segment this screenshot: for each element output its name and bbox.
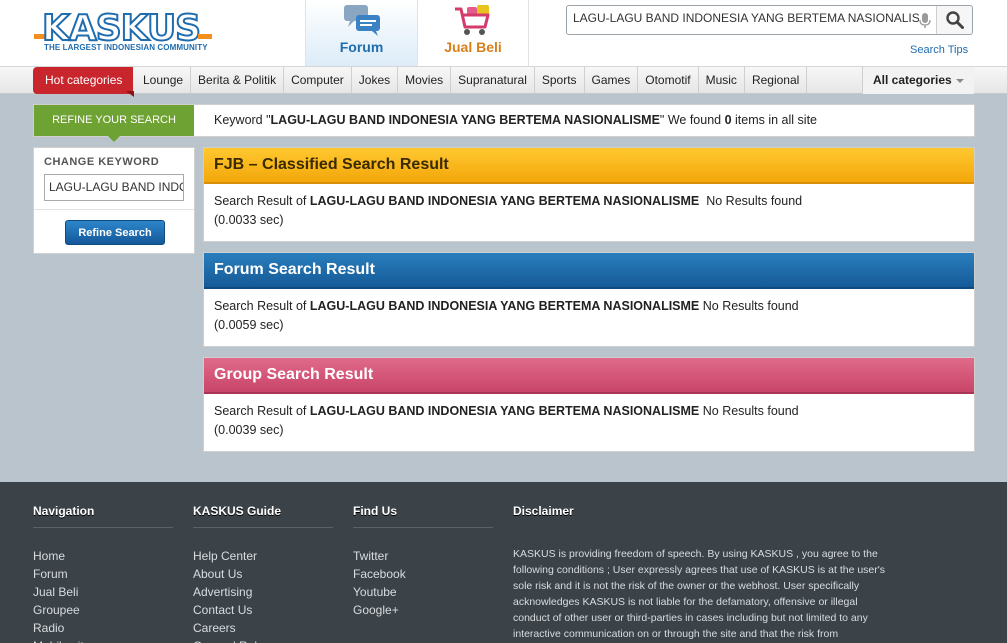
footer-findus: Find Us Twitter Facebook Youtube Google+	[353, 504, 493, 619]
group-result-status: No Results found	[699, 404, 799, 418]
category-item[interactable]: Sports	[535, 67, 585, 94]
panel-divider	[34, 209, 194, 210]
forum-result-title: Forum Search Result	[204, 253, 974, 289]
shopping-cart-icon	[455, 5, 490, 35]
category-item[interactable]: Games	[585, 67, 639, 94]
category-item[interactable]: Berita & Politik	[191, 67, 285, 94]
footer-guide-link[interactable]: General Rules	[193, 637, 333, 643]
footer-nav-link[interactable]: Mobile site	[33, 637, 173, 643]
keyword-text: LAGU-LAGU BAND INDONESIA YANG BERTEMA NA…	[270, 113, 660, 127]
footer-guide-link[interactable]: Contact Us	[193, 601, 333, 619]
category-item[interactable]: Regional	[745, 67, 808, 94]
category-item[interactable]: Supranatural	[451, 67, 535, 94]
search-tips-link[interactable]: Search Tips	[910, 44, 968, 56]
search-box: LAGU-LAGU BAND INDONESIA YANG BERTEMA NA…	[566, 5, 973, 35]
footer-findus-title: Find Us	[353, 504, 493, 528]
fjb-result-time: (0.0033 sec)	[214, 213, 284, 227]
result-count: 0	[724, 113, 732, 127]
footer-nav-link[interactable]: Home	[33, 547, 173, 565]
all-categories-dropdown[interactable]: All categories	[862, 67, 974, 94]
category-item[interactable]: Movies	[398, 67, 452, 94]
forum-chat-icon	[343, 5, 380, 36]
fjb-result-title: FJB – Classified Search Result	[204, 148, 974, 184]
change-keyword-label: CHANGE KEYWORD	[44, 156, 160, 168]
category-bar: Hot categories Lounge Berita & Politik Com…	[0, 66, 1007, 97]
result-prefix: Search Result of	[214, 404, 310, 418]
footer-guide: KASKUS Guide Help Center About Us Advertis…	[193, 504, 333, 643]
group-result-time: (0.0039 sec)	[214, 423, 284, 437]
keyword-summary: Keyword "LAGU-LAGU BAND INDONESIA YANG B…	[214, 105, 817, 136]
change-keyword-panel: CHANGE KEYWORD LAGU-LAGU BAND INDONESIA …	[33, 147, 195, 254]
footer-findus-link[interactable]: Twitter	[353, 547, 493, 565]
keyword-prefix: Keyword "	[214, 113, 271, 127]
result-prefix: Search Result of	[214, 194, 310, 208]
chevron-down-icon	[955, 78, 964, 83]
search-input[interactable]: LAGU-LAGU BAND INDONESIA YANG BERTEMA NA…	[573, 11, 919, 31]
group-result-body: Search Result of LAGU-LAGU BAND INDONESI…	[204, 394, 974, 448]
footer-navigation-title: Navigation	[33, 504, 173, 528]
fjb-result-status: No Results found	[699, 194, 803, 208]
keyword-suffix: items in all site	[731, 113, 817, 127]
forum-result-keyword: LAGU-LAGU BAND INDONESIA YANG BERTEMA NA…	[309, 299, 700, 313]
category-item[interactable]: Computer	[284, 67, 352, 94]
footer-guide-title: KASKUS Guide	[193, 504, 333, 528]
footer-guide-links: Help Center About Us Advertising Contact Us…	[193, 547, 333, 643]
category-item[interactable]: Music	[699, 67, 745, 94]
keyword-mid: " We found	[659, 113, 725, 127]
footer-findus-link[interactable]: Youtube	[353, 583, 493, 601]
refine-search-button[interactable]: Refine Search	[65, 220, 165, 245]
fjb-result-body: Search Result of LAGU-LAGU BAND INDONESI…	[204, 184, 974, 238]
nav-forum[interactable]: Forum	[305, 0, 417, 66]
logo-tagline: THE LARGEST INDONESIAN COMMUNITY	[44, 43, 208, 52]
footer-guide-link[interactable]: Help Center	[193, 547, 333, 565]
footer-nav-link[interactable]: Jual Beli	[33, 583, 173, 601]
category-item[interactable]: Jokes	[352, 67, 399, 94]
footer-findus-links: Twitter Facebook Youtube Google+	[353, 547, 493, 619]
site-header: KASKUS THE LARGEST INDONESIAN COMMUNITY …	[0, 0, 1007, 66]
forum-result-time: (0.0059 sec)	[214, 318, 284, 332]
hot-categories-tab[interactable]: Hot categories	[33, 67, 134, 97]
footer-nav-link[interactable]: Groupee	[33, 601, 173, 619]
nav-forum-label: Forum	[339, 39, 384, 55]
nav-jual-beli[interactable]: Jual Beli	[417, 0, 529, 66]
footer-guide-link[interactable]: Careers	[193, 619, 333, 637]
refine-your-search-tab[interactable]: REFINE YOUR SEARCH	[34, 105, 194, 142]
forum-result-body: Search Result of LAGU-LAGU BAND INDONESI…	[204, 289, 974, 343]
footer-disclaimer-text: KASKUS is providing freedom of speech. B…	[513, 548, 886, 640]
category-item[interactable]: Lounge	[136, 67, 192, 94]
all-categories-label: All categories	[873, 73, 952, 87]
group-result-keyword: LAGU-LAGU BAND INDONESIA YANG BERTEMA NA…	[309, 404, 700, 418]
nav-jual-beli-label: Jual Beli	[444, 39, 502, 55]
footer-disclaimer: Disclaimer KASKUS is providing freedom o…	[513, 504, 897, 642]
footer-guide-link[interactable]: Advertising	[193, 583, 333, 601]
footer-nav-link[interactable]: Radio	[33, 619, 173, 637]
logo-dash-right	[198, 34, 212, 39]
result-prefix: Search Result of	[214, 299, 310, 313]
footer-findus-link[interactable]: Google+	[353, 601, 493, 619]
footer-disclaimer-title: Disclaimer	[513, 504, 574, 518]
refine-bar: REFINE YOUR SEARCH Keyword "LAGU-LAGU BA…	[33, 104, 975, 142]
fjb-result-panel: FJB – Classified Search Result Search Re…	[203, 147, 975, 242]
group-result-title: Group Search Result	[204, 358, 974, 394]
search-button[interactable]	[936, 6, 972, 34]
footer-navigation-links: HomeForumJual BeliGroupeeRadioMobile sit…	[33, 547, 173, 643]
footer-findus-link[interactable]: Facebook	[353, 565, 493, 583]
forum-result-panel: Forum Search Result Search Result of LAG…	[203, 252, 975, 347]
footer-guide-link[interactable]: About Us	[193, 565, 333, 583]
forum-result-status: No Results found	[699, 299, 799, 313]
microphone-icon[interactable]	[919, 12, 931, 30]
category-list: Lounge Berita & Politik Computer Jokes Movie…	[136, 67, 808, 94]
search-icon	[946, 11, 964, 29]
group-result-panel: Group Search Result Search Result of LAG…	[203, 357, 975, 452]
fjb-result-keyword: LAGU-LAGU BAND INDONESIA YANG BERTEMA NA…	[309, 194, 700, 208]
footer-nav-link[interactable]: Forum	[33, 565, 173, 583]
kaskus-logo[interactable]: KASKUS THE LARGEST INDONESIAN COMMUNITY	[34, 7, 214, 54]
change-keyword-input[interactable]: LAGU-LAGU BAND INDONESIA YANG BERTEMA NA…	[44, 174, 184, 201]
footer-navigation: Navigation Home Forum Jual Beli Groupee Radi…	[33, 504, 173, 643]
category-item[interactable]: Otomotif	[638, 67, 699, 94]
site-footer: Navigation Home Forum Jual Beli Groupee Radi…	[0, 482, 1007, 643]
